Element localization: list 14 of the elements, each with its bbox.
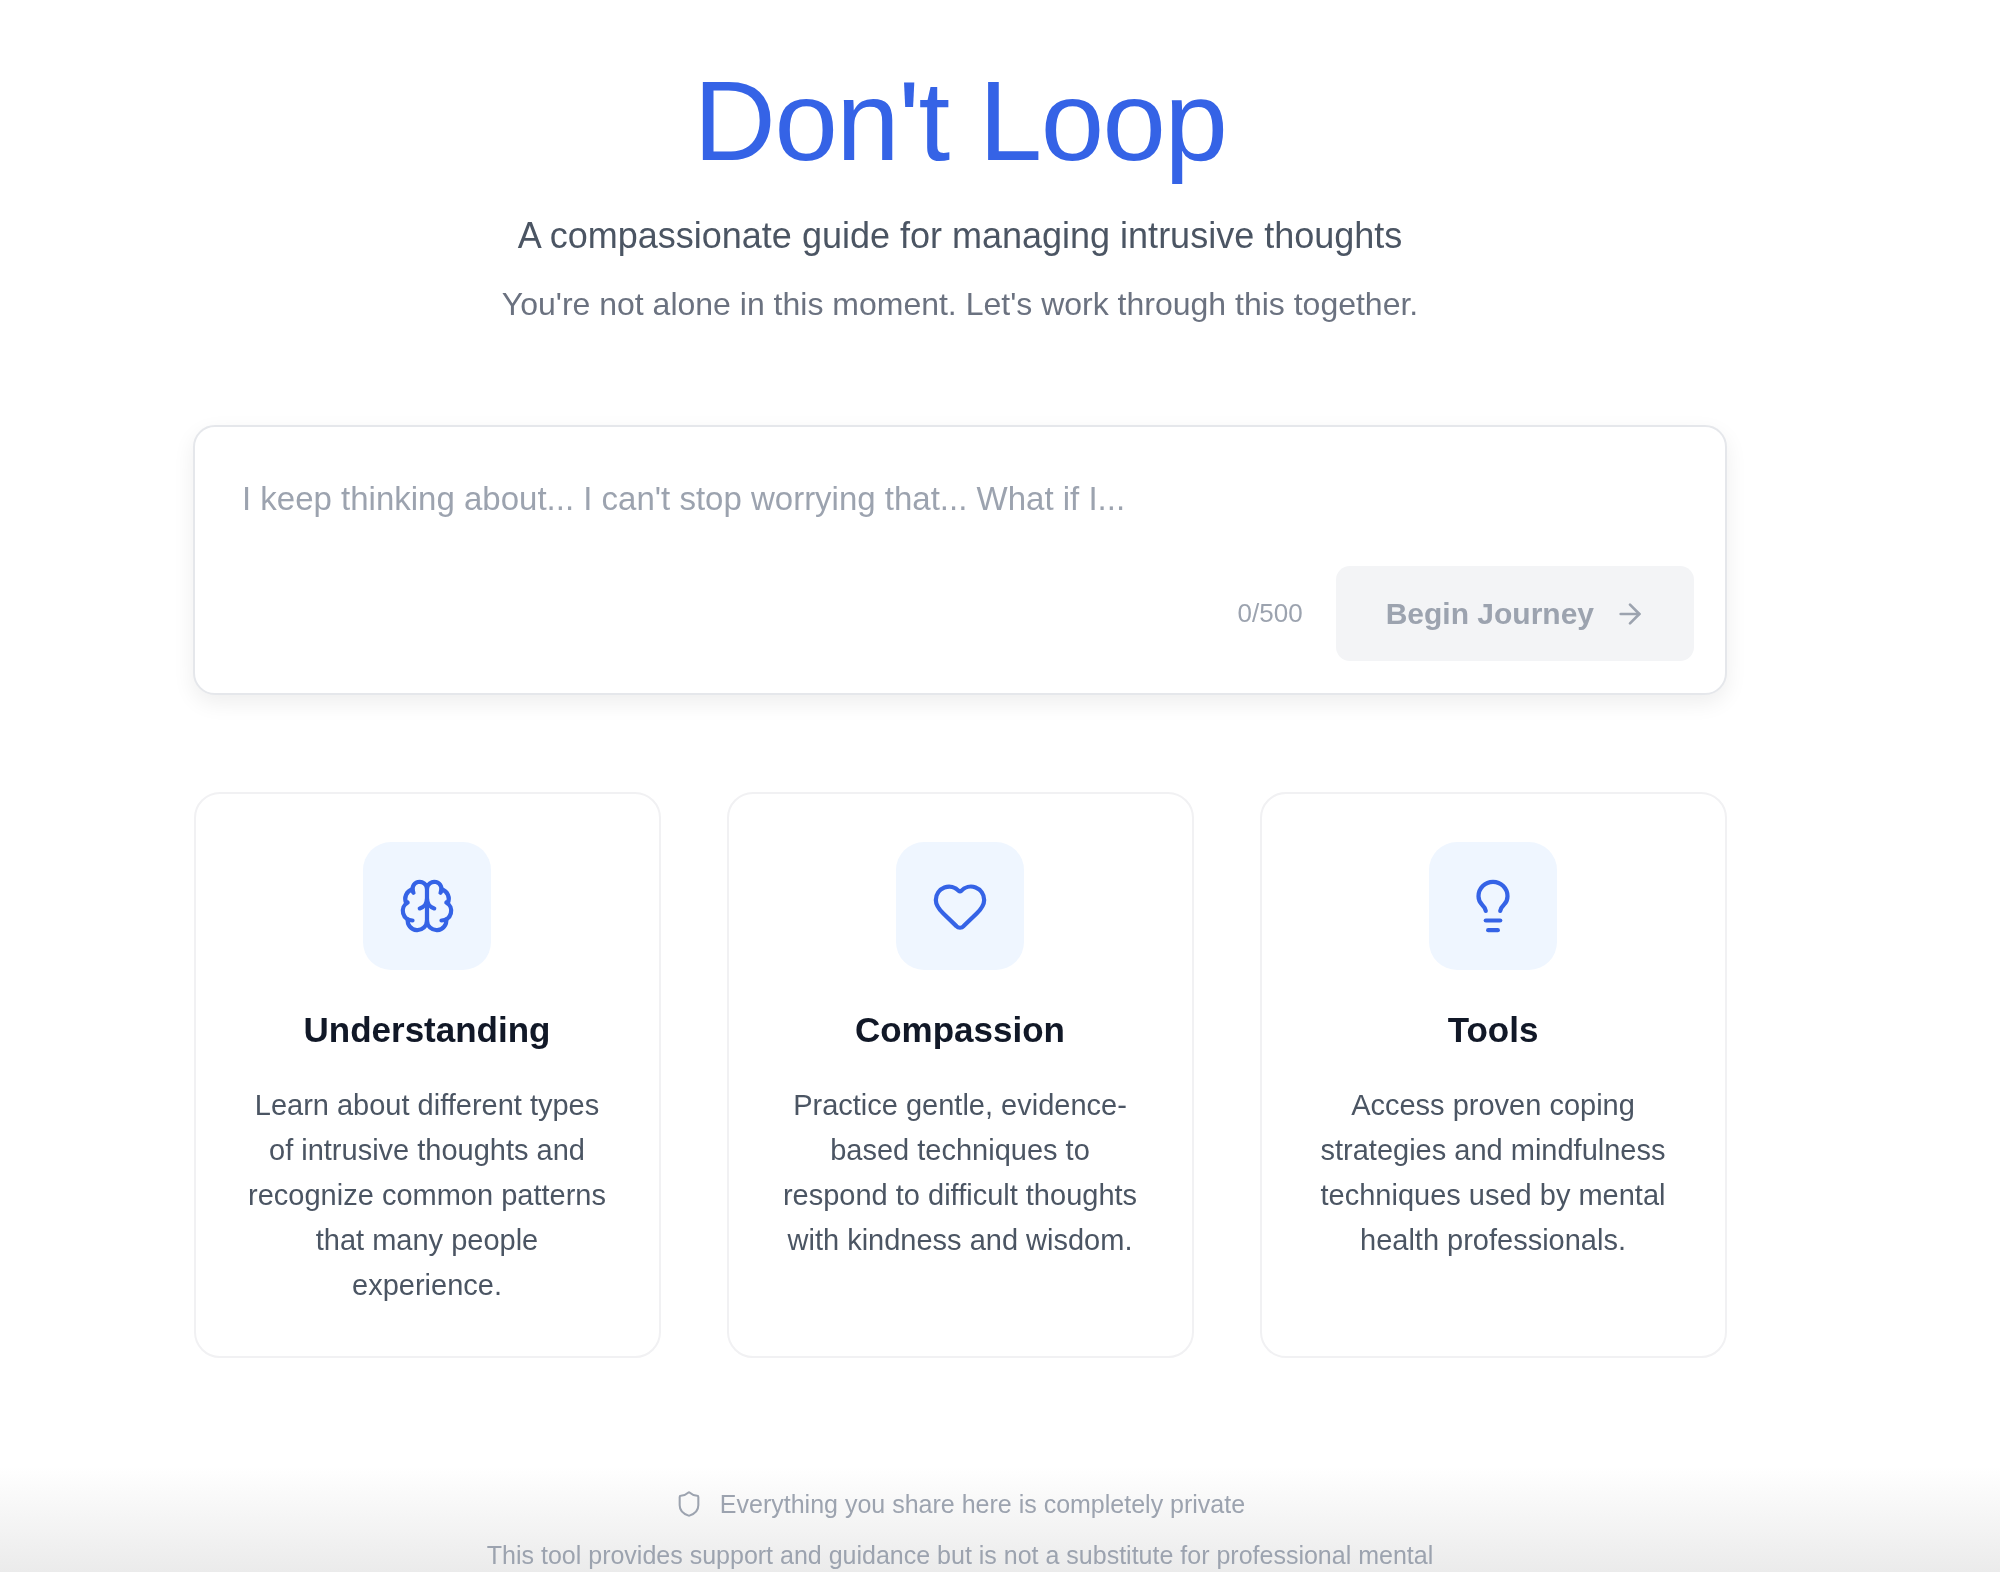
lightbulb-icon (1429, 842, 1557, 970)
feature-description: Learn about different types of intrusive thoughts and recognize common patterns that many people experience. (247, 1088, 607, 1303)
app-title: Don't Loop (693, 58, 1227, 183)
brain-icon (363, 842, 491, 970)
feature-title: Tools (1447, 1009, 1539, 1051)
feature-title: Understanding (303, 1009, 551, 1051)
character-counter: 0/500 (1237, 598, 1303, 629)
privacy-note: Everything you share here is completely private (719, 1489, 1246, 1519)
tagline-text: A compassionate guide for managing intrusive thoughts (517, 214, 1403, 258)
disclaimer-text: This tool provides support and guidance but is not a substitute for professional mental (486, 1541, 1434, 1569)
feature-description: Access proven coping strategies and mindfulness techniques used by mental health professionals. (1319, 1088, 1667, 1258)
reassurance-text: You're not alone in this moment. Let's work through this together. (501, 285, 1419, 324)
feature-title: Compassion (854, 1009, 1065, 1051)
feature-description: Practice gentle, evidence-based techniques to respond to difficult thoughts with kindness and wisdom. (781, 1088, 1139, 1258)
